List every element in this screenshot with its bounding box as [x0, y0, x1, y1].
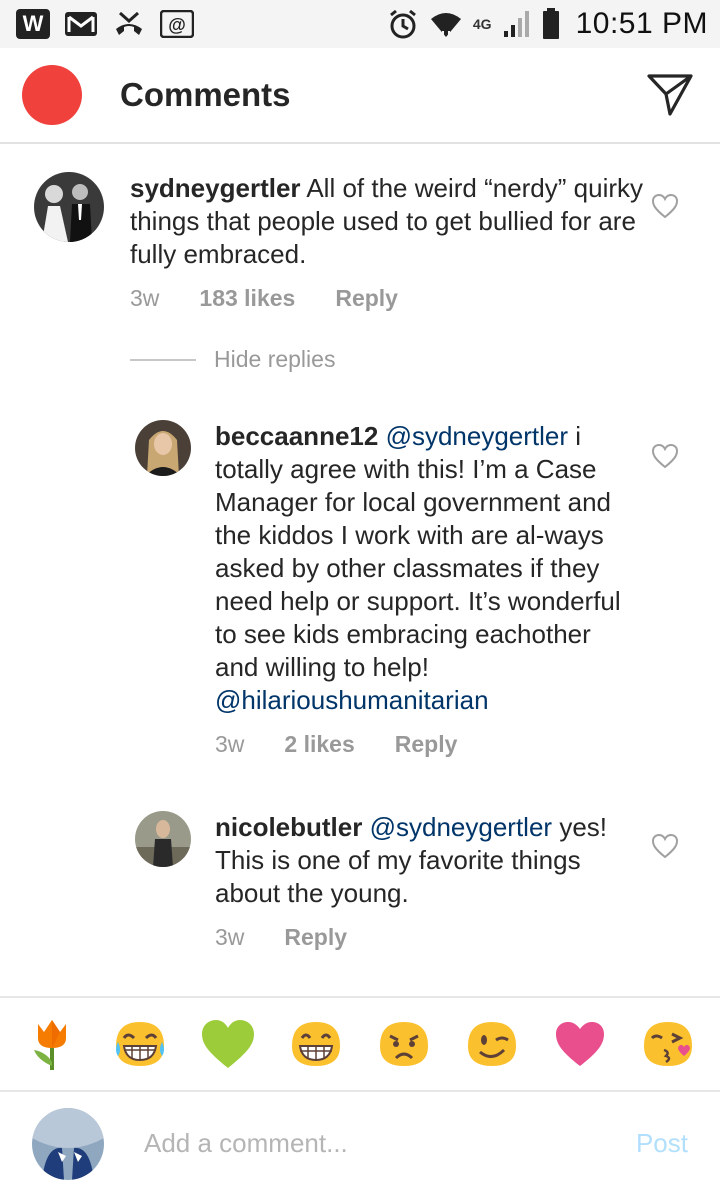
status-time: 10:51 PM	[575, 7, 708, 40]
email-at-icon: @	[160, 10, 194, 38]
page-title: Comments	[120, 76, 291, 113]
comment-time: 3w	[215, 924, 245, 950]
word-app-icon: W	[16, 9, 50, 39]
avatar[interactable]	[135, 811, 191, 867]
comment-meta: 3w 183 likes Reply	[130, 285, 654, 312]
green-heart-emoji-icon[interactable]	[200, 1016, 256, 1072]
gmail-icon	[64, 10, 98, 38]
laughing-emoji-icon[interactable]	[112, 1016, 168, 1072]
comment-body: i totally agree with this! I’m a Case Ma…	[215, 421, 621, 682]
avatar[interactable]	[34, 172, 104, 242]
battery-icon	[542, 8, 560, 40]
emoji-bar	[0, 996, 720, 1092]
comment-text: beccaanne12 @sydneygertler i totally agr…	[215, 420, 635, 717]
reply-item: nicolebutler @sydneygertler yes! This is…	[135, 811, 655, 951]
kissing-emoji-icon[interactable]	[640, 1016, 696, 1072]
share-button[interactable]	[644, 69, 696, 121]
comment-time: 3w	[130, 285, 160, 311]
frowning-emoji-icon[interactable]	[376, 1016, 432, 1072]
comment-likes[interactable]: 183 likes	[199, 285, 295, 312]
comments-header: Comments	[0, 48, 720, 144]
divider	[130, 358, 196, 361]
like-heart-icon[interactable]	[651, 832, 679, 860]
post-button[interactable]: Post	[636, 1128, 688, 1159]
grinning-emoji-icon[interactable]	[288, 1016, 344, 1072]
network-4g-label: 4G	[472, 16, 492, 32]
comment-text: sydneygertler All of the weird “nerdy” q…	[130, 172, 654, 271]
reply-item: beccaanne12 @sydneygertler i totally agr…	[135, 420, 655, 758]
comment-meta: 3w Reply	[215, 924, 635, 951]
hide-replies-button[interactable]: Hide replies	[130, 346, 335, 373]
avatar	[32, 1107, 104, 1180]
winking-emoji-icon[interactable]	[464, 1016, 520, 1072]
hide-replies-label: Hide replies	[214, 346, 336, 372]
comment-username[interactable]: nicolebutler	[215, 812, 362, 842]
comment-text: nicolebutler @sydneygertler yes! This is…	[215, 811, 635, 910]
svg-text:@: @	[168, 15, 186, 35]
comment-meta: 3w 2 likes Reply	[215, 731, 635, 758]
comment-input[interactable]	[144, 1128, 636, 1159]
mention-link[interactable]: @hilarioushumanitarian	[215, 685, 489, 715]
comment-username[interactable]: sydneygertler	[130, 173, 301, 203]
back-button[interactable]	[22, 65, 82, 125]
like-heart-icon[interactable]	[651, 442, 679, 470]
reply-button[interactable]: Reply	[284, 924, 347, 951]
alarm-icon	[387, 8, 419, 40]
status-bar: W @ 4G 10:51 PM	[0, 0, 720, 48]
pink-heart-emoji-icon[interactable]	[552, 1016, 608, 1072]
send-icon	[647, 74, 693, 116]
comment-item: sydneygertler All of the weird “nerdy” q…	[34, 172, 654, 312]
like-heart-icon[interactable]	[651, 192, 679, 220]
mention-link[interactable]: @sydneygertler	[386, 421, 568, 451]
tulip-emoji-icon[interactable]	[24, 1016, 80, 1072]
signal-icon	[502, 9, 532, 39]
avatar[interactable]	[135, 420, 191, 476]
reply-button[interactable]: Reply	[395, 731, 458, 758]
missed-call-icon	[112, 9, 146, 39]
comment-composer: Post	[0, 1094, 720, 1193]
comment-username[interactable]: beccaanne12	[215, 421, 378, 451]
mention-link[interactable]: @sydneygertler	[370, 812, 552, 842]
comment-time: 3w	[215, 731, 245, 757]
wifi-icon	[429, 9, 463, 39]
comment-likes[interactable]: 2 likes	[284, 731, 354, 758]
reply-button[interactable]: Reply	[335, 285, 398, 312]
